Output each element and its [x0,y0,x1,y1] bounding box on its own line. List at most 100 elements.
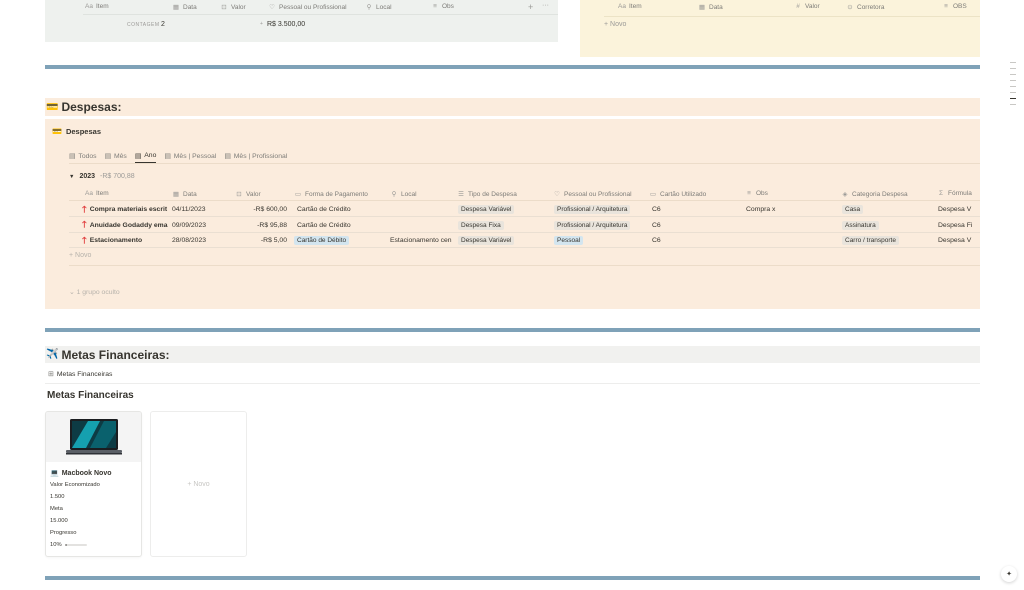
formula-cell: Despesa Fi [938,221,973,229]
col-categoria-header[interactable]: ◈ Categoria Despesa [841,190,908,199]
obs-cell[interactable]: Compra x [746,202,840,217]
gallery-title[interactable]: Metas Financeiras [47,390,134,401]
laptop-icon: 💻 [50,470,59,477]
col-local-header[interactable]: ⚲ Local [390,190,417,199]
local-cell[interactable] [390,202,455,217]
cartao-cell[interactable]: C6 [652,233,744,248]
new-card-button[interactable]: + Novo [150,411,247,557]
tab-ano[interactable]: ▤ Ano [134,149,157,163]
valor-cell[interactable]: -R$ 95,88 [235,218,287,233]
calendar-icon: ▦ [698,4,706,11]
col-formula-header[interactable]: Σ Fórmula [937,190,972,197]
pp-cell[interactable]: Pessoal [554,233,648,248]
col-cartao-header[interactable]: ▭ Cartão Utilizado [649,190,706,199]
body-divider [69,265,980,266]
tab-todos[interactable]: ▤ Todos [69,149,97,163]
database-title[interactable]: 💳 Despesas [52,127,101,136]
new-row-button[interactable]: + Novo [69,252,91,259]
item-cell[interactable]: 🡑 Anuidade Godaddy ema [82,218,172,233]
pp-cell[interactable]: Profissional / Arquitetura [554,202,648,217]
col-obs-header[interactable]: ≡ OBS [942,3,967,10]
lines-icon: ≡ [944,3,948,10]
valor-cell[interactable]: -R$ 5,00 [235,233,287,248]
arrow-up-icon: 🡑 [82,234,87,245]
tipo-cell[interactable]: Despesa Variável [458,233,552,248]
pp-cell[interactable]: Profissional / Arquitetura [554,218,648,233]
section-divider [45,328,980,332]
number-icon: # [796,3,800,10]
col-label: Pessoal ou Profissional [564,190,632,198]
col-tipo-header[interactable]: ☰ Tipo de Despesa [457,190,517,199]
obs-cell[interactable] [746,233,840,248]
categoria-cell[interactable]: Carro / transporte [842,233,936,248]
col-valor-header[interactable]: ⊡ Valor [235,190,260,199]
col-data-header[interactable]: ▦ Data [172,3,197,12]
help-button[interactable]: ✦ [1001,566,1017,582]
item-cell[interactable]: 🡑 Compra materiais escrit [82,202,172,217]
local-cell[interactable]: Estacionamento cen [390,233,455,248]
table-icon: ▤ [134,152,142,160]
table-row[interactable]: 🡑 Anuidade Godaddy ema 09/09/2023 -R$ 95,… [69,218,980,233]
more-options-button[interactable]: ··· [542,2,549,9]
col-item-header[interactable]: Aa Item [85,190,109,197]
col-data-header[interactable]: ▦ Data [698,3,723,12]
tab-mes-pessoal[interactable]: ▤ Mês | Pessoal [164,149,216,163]
tab-mes-profissional[interactable]: ▤ Mês | Profissional [224,149,287,163]
hidden-groups-toggle[interactable]: ⌄ 1 grupo oculto [69,288,120,296]
col-item-header[interactable]: Aa Item [618,3,642,10]
data-cell[interactable]: 28/08/2023 [172,233,232,248]
valor-cell[interactable]: -R$ 600,00 [235,202,287,217]
local-cell[interactable] [390,218,455,233]
col-local-header[interactable]: ⚲ Local [365,3,392,12]
col-obs-header[interactable]: ≡ Obs [431,3,454,10]
cartao-cell[interactable]: C6 [652,218,744,233]
section-divider [45,576,980,580]
categoria-cell[interactable]: Assinatura [842,218,936,233]
col-pp-header[interactable]: ♡ Pessoal ou Profissional [553,190,632,199]
item-text: Estacionamento [89,237,143,244]
calendar-icon: ▦ [172,4,180,11]
group-header-2023[interactable]: ▼ 2023 -R$ 700,88 [69,173,135,180]
forma-tag: Cartão de Débito [294,236,350,245]
arrow-up-icon: 🡑 [82,219,87,229]
progress-row: 10% [50,542,137,548]
add-column-button[interactable]: + [528,2,533,12]
table-icon: ▤ [69,153,76,160]
outline-indicator[interactable] [1010,62,1016,110]
forma-cell[interactable]: Cartão de Débito [294,233,384,248]
tab-label: Todos [78,152,97,160]
categoria-cell[interactable]: Casa [842,202,936,217]
col-pp-header[interactable]: ♡ Pessoal ou Profissional [268,3,347,12]
item-cell[interactable]: 🡑 Estacionamento [82,233,172,248]
gallery-view-tab[interactable]: ⊞ Metas Financeiras [48,370,112,379]
goal-card[interactable]: 💻 Macbook Novo Valor Economizado 1.500 M… [45,411,142,557]
obs-cell[interactable] [746,218,840,233]
toggle-down-icon[interactable]: ▼ [69,174,74,180]
col-valor-header[interactable]: ⊡ Valor [220,3,245,12]
data-cell[interactable]: 09/09/2023 [172,218,232,233]
col-label: Local [401,190,417,198]
card-title: 💻 Macbook Novo [50,469,137,478]
col-obs-header[interactable]: ≡ Obs [745,190,768,197]
col-label: Item [629,3,642,10]
col-corretora-header[interactable]: ⊙ Corretora [846,3,884,12]
forma-cell[interactable]: Cartão de Crédito [297,218,387,233]
new-row-button[interactable]: + Novo [604,21,626,28]
text-icon: Aa [618,3,626,10]
tipo-cell[interactable]: Despesa Fixa [458,218,552,233]
data-cell[interactable]: 04/11/2023 [172,202,232,217]
forma-cell[interactable]: Cartão de Crédito [297,202,387,217]
select-icon: ⊙ [847,4,853,11]
cartao-cell[interactable]: C6 [652,202,744,217]
table-row[interactable]: 🡑 Estacionamento 28/08/2023 -R$ 5,00 Cart… [69,233,980,248]
col-item-header[interactable]: Aa Item [85,3,109,10]
currency-icon: ⊡ [236,191,242,198]
tipo-cell[interactable]: Despesa Variável [458,202,552,217]
col-forma-header[interactable]: ▭ Forma de Pagamento [294,190,368,199]
formula-cell: Despesa V [938,237,972,244]
table-row[interactable]: 🡑 Compra materiais escrit 04/11/2023 -R$ … [69,202,980,217]
tab-mes[interactable]: ▤ Mês [105,149,127,163]
airplane-icon: ✈️ [46,349,59,360]
col-data-header[interactable]: ▦ Data [172,190,197,199]
col-valor-header[interactable]: # Valor [794,3,820,10]
